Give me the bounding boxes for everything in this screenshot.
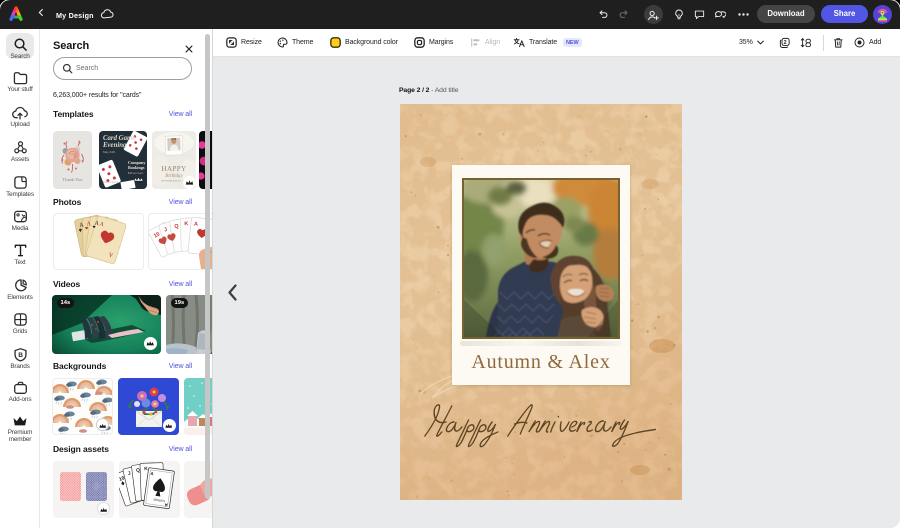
svg-text:May 24th: May 24th: [103, 150, 116, 154]
svg-text:Birthday: Birthday: [165, 174, 183, 179]
svg-text:Card Game: Card Game: [103, 135, 135, 142]
svg-text:K: K: [144, 466, 148, 472]
svg-text:A: A: [194, 221, 199, 227]
svg-text:$35 per team: $35 per team: [128, 171, 143, 175]
svg-text:A: A: [87, 221, 92, 227]
svg-text:Bookings: Bookings: [128, 165, 145, 170]
svg-text:Book a game: Book a game: [103, 180, 119, 184]
svg-text:Thank You: Thank You: [62, 177, 83, 182]
svg-text:Evening: Evening: [102, 142, 127, 149]
svg-text:K: K: [184, 221, 188, 227]
svg-text:HAPPY: HAPPY: [162, 165, 187, 173]
svg-text:2: 2: [784, 40, 787, 46]
svg-text:B: B: [18, 352, 23, 359]
